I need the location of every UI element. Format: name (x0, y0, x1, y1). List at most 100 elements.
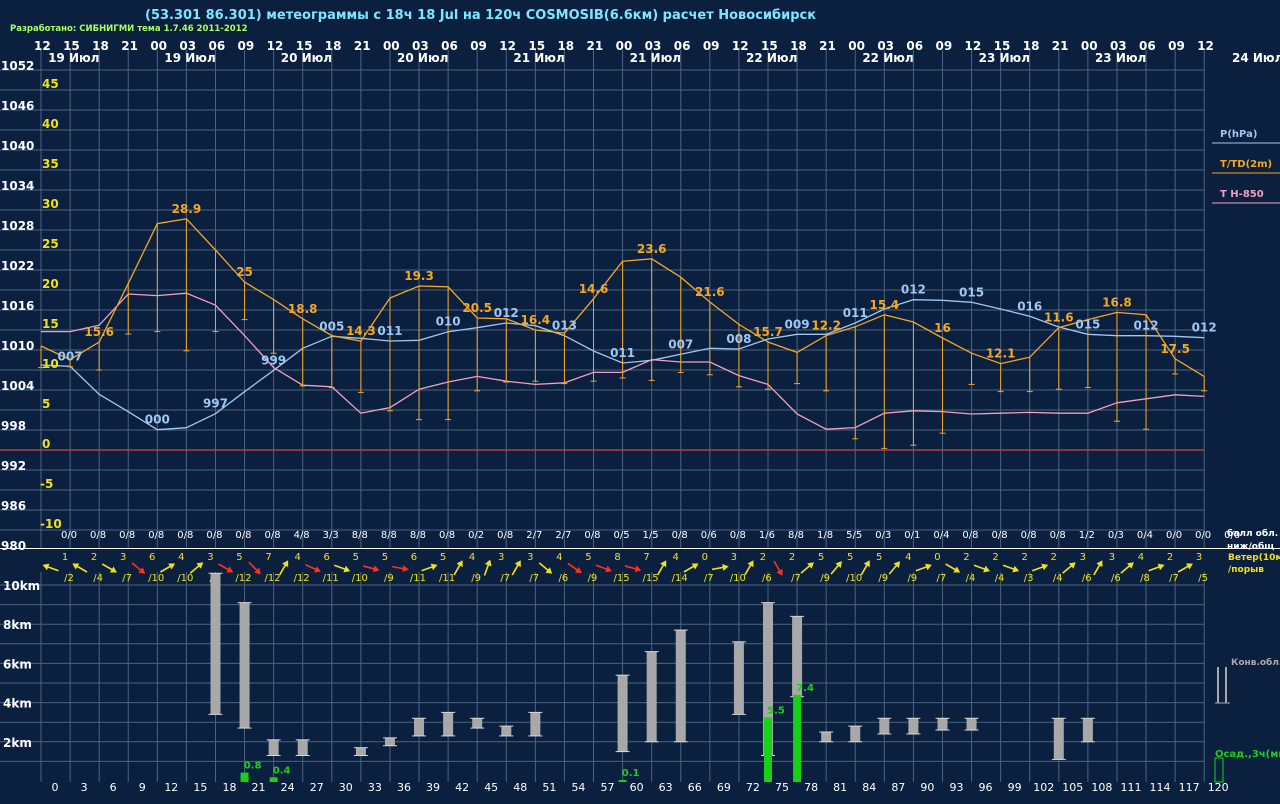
height-tick-label: 10km (3, 579, 40, 593)
temperature-value-label: 23.6 (637, 242, 667, 256)
wind-speed-label: 4 (905, 552, 911, 563)
forecast-hour-label: 15 (193, 781, 207, 794)
pressure-value-label: 000 (145, 413, 170, 427)
date-label: 20 Июл (397, 51, 448, 65)
date-label: 24 Июл (1232, 51, 1280, 65)
cloud-fraction-label: 1/5 (643, 530, 659, 541)
pressure-value-label: 012 (1134, 319, 1159, 333)
forecast-hour-label: 99 (1008, 781, 1022, 794)
cloud-fraction-label: 8/8 (381, 530, 397, 541)
cloud-fraction-label: 3/3 (323, 530, 339, 541)
wind-gust-label: /3 (1024, 573, 1034, 584)
cloud-fraction-label: 0/8 (1021, 530, 1037, 541)
temperature-tick-label: 30 (42, 197, 59, 211)
cloud-fraction-label: 0/0 (1195, 530, 1211, 541)
pressure-tick-label: 1022 (1, 259, 34, 273)
forecast-hour-label: 33 (368, 781, 382, 794)
cloud-fraction-label: 0/8 (497, 530, 513, 541)
pressure-value-label: 008 (726, 332, 751, 346)
cloud-fraction-label: 8/8 (410, 530, 426, 541)
wind-speed-label: 4 (556, 552, 562, 563)
forecast-hour-label: 48 (513, 781, 527, 794)
hour-tick-label: 09 (1168, 39, 1185, 53)
pressure-value-label: 016 (1017, 299, 1042, 313)
forecast-hour-label: 3 (81, 781, 88, 794)
cloud-fraction-label: 1/2 (1079, 530, 1095, 541)
conv-cloud-bar (472, 718, 483, 729)
conv-cloud-bar (443, 712, 454, 736)
wind-speed-label: 5 (382, 552, 388, 563)
date-label: 20 Июл (281, 51, 332, 65)
cloud-fraction-label: 0/3 (1108, 530, 1124, 541)
wind-speed-label: 4 (294, 552, 300, 563)
wind-speed-label: 4 (672, 552, 678, 563)
wind-speed-label: 3 (527, 552, 533, 563)
pressure-value-label: 010 (436, 315, 461, 329)
wind-gust-label: /10 (148, 573, 164, 584)
temperature-tick-label: 25 (42, 237, 59, 251)
temperature-value-label: 14.6 (579, 282, 609, 296)
wind-speed-label: 2 (992, 552, 998, 563)
wind-speed-label: 3 (1080, 552, 1086, 563)
conv-cloud-bar (239, 602, 250, 729)
pressure-value-label: 999 (261, 353, 286, 367)
wind-gust-label: /7 (791, 573, 801, 584)
forecast-hour-label: 66 (688, 781, 702, 794)
precip-bar (793, 694, 802, 782)
wind-gust-label: /7 (529, 573, 539, 584)
wind-speed-label: 4 (469, 552, 475, 563)
cloud-fraction-label: 0/8 (265, 530, 281, 541)
wind-gust-label: /10 (177, 573, 193, 584)
temperature-value-label: 16.8 (1102, 295, 1132, 309)
pressure-value-label: 007 (668, 337, 693, 351)
hour-tick-label: 21 (587, 39, 604, 53)
temperature-value-label: 21.6 (695, 285, 725, 299)
legend-entry: T H-850 (1220, 189, 1264, 200)
pressure-value-label: 013 (552, 319, 577, 333)
wind-legend-entry: Ветер(10м) (1228, 553, 1280, 563)
conv-cloud-bar (908, 718, 919, 734)
hour-tick-label: 12 (1197, 39, 1214, 53)
meteogram-canvas: (53.301 86.301) метеограммы с 18ч 18 Jul… (0, 0, 1280, 800)
wind-speed-label: 0 (702, 552, 708, 563)
forecast-hour-label: 81 (833, 781, 847, 794)
wind-speed-label: 5 (818, 552, 824, 563)
forecast-hour-label: 6 (110, 781, 117, 794)
wind-gust-label: /9 (820, 573, 830, 584)
pressure-tick-label: 986 (1, 499, 26, 513)
date-label: 23 Июл (1095, 51, 1146, 65)
wind-speed-label: 3 (120, 552, 126, 563)
height-tick-label: 2km (3, 736, 32, 750)
temperature-tick-label: 45 (42, 77, 59, 91)
cloud-fraction-label: 4/8 (294, 530, 310, 541)
conv-cloud-bar (966, 718, 977, 731)
forecast-hour-label: 87 (891, 781, 905, 794)
wind-gust-label: /9 (384, 573, 394, 584)
conv-cloud-bar (210, 573, 221, 715)
forecast-hour-label: 114 (1150, 781, 1171, 794)
conv-cloud-bar (384, 737, 395, 746)
conv-cloud-bar (268, 739, 279, 756)
forecast-hour-label: 0 (52, 781, 59, 794)
temperature-value-label: 14.3 (346, 324, 376, 338)
wind-gust-label: /5 (1198, 573, 1208, 584)
wind-gust-label: /4 (966, 573, 976, 584)
height-tick-label: 8km (3, 618, 32, 632)
wind-speed-label: 6 (411, 552, 417, 563)
wind-gust-label: /12 (294, 573, 310, 584)
wind-gust-label: /6 (762, 573, 772, 584)
wind-speed-label: 2 (760, 552, 766, 563)
wind-speed-label: 3 (731, 552, 737, 563)
cloud-fraction-label: 0/3 (875, 530, 891, 541)
wind-speed-label: 4 (178, 552, 184, 563)
date-label: 22 Июл (746, 51, 797, 65)
temperature-value-label: 28.9 (172, 202, 202, 216)
conv-cloud-legend: Конв.обл. (1231, 657, 1280, 668)
temperature-tick-label: 5 (42, 397, 50, 411)
cloud-fraction-label: 0/8 (235, 530, 251, 541)
cloud-fraction-label: 0/0 (1166, 530, 1182, 541)
cloud-fraction-label: 2/7 (526, 530, 542, 541)
wind-gust-label: /10 (730, 573, 746, 584)
wind-speed-label: 6 (324, 552, 330, 563)
wind-speed-label: 5 (353, 552, 359, 563)
